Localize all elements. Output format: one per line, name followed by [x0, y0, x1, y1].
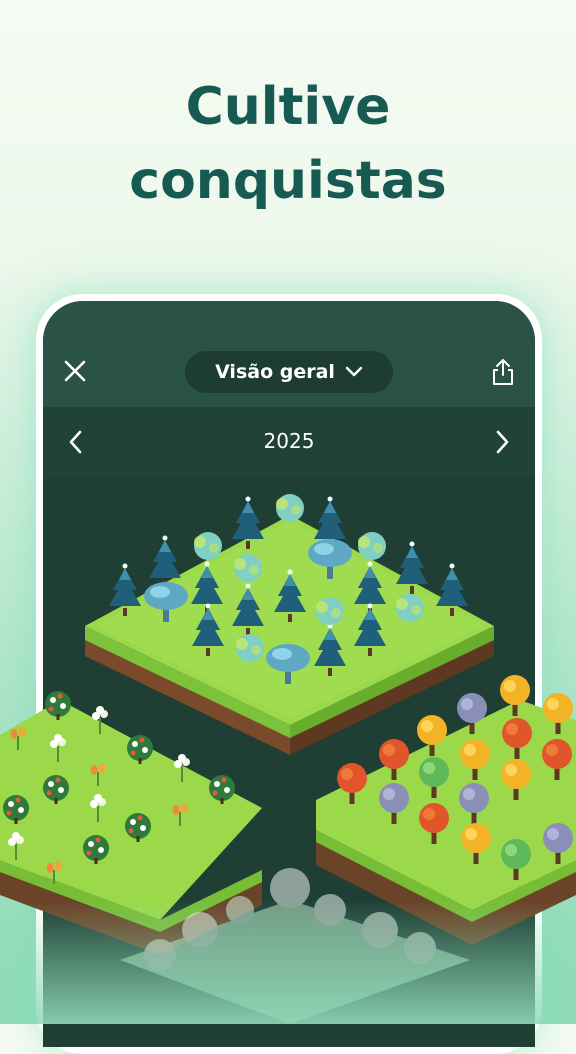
view-selector-dropdown[interactable]: Visão geral: [185, 351, 393, 393]
phone-frame: Visão geral 2025: [36, 294, 542, 1054]
headline-line-2: conquistas: [129, 151, 447, 211]
top-bar: Visão geral: [43, 301, 535, 407]
chevron-down-icon: [345, 366, 363, 377]
share-button[interactable]: [489, 357, 517, 387]
share-icon: [493, 359, 513, 385]
close-icon: [64, 360, 86, 382]
headline-line-1: Cultive: [185, 77, 391, 137]
app-screen: Visão geral 2025: [43, 301, 535, 1047]
chevron-right-icon[interactable]: [491, 429, 513, 455]
close-button[interactable]: [61, 357, 89, 385]
year-label: 2025: [263, 429, 315, 453]
headline: Cultive conquistas: [0, 70, 576, 218]
view-selector-label: Visão geral: [215, 361, 335, 383]
year-navigation: 2025: [43, 407, 535, 477]
